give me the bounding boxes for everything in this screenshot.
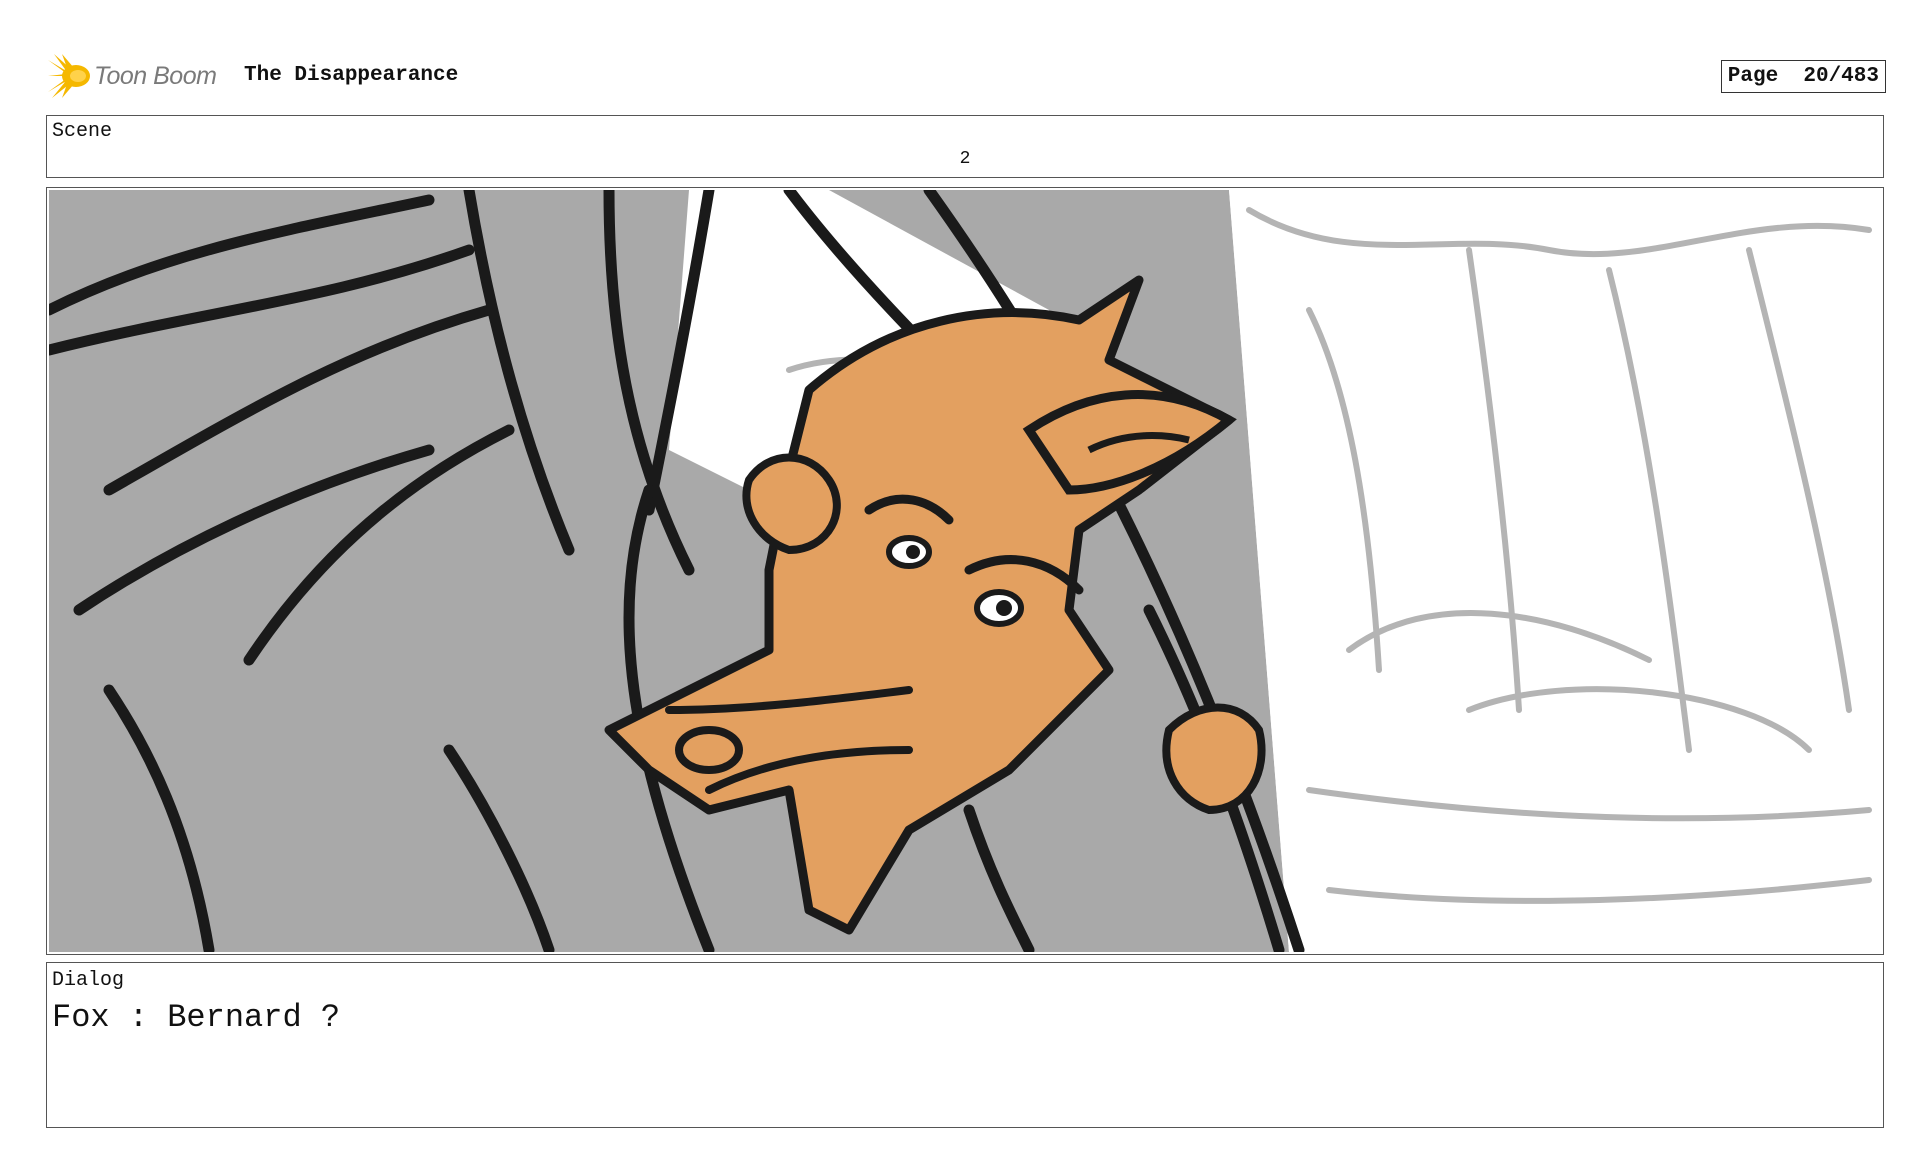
document-title: The Disappearance [244,64,459,87]
storyboard-panel [46,187,1884,955]
scene-label: Scene [52,120,113,143]
starburst-icon [48,54,90,98]
scene-number: 2 [959,149,971,169]
dialog-box: Dialog Fox : Bernard ? [46,962,1884,1128]
page-indicator: Page 20/483 [1720,60,1886,93]
dialog-label: Dialog [52,969,125,992]
logo: Toon Boom [48,54,217,98]
header: Toon Boom The Disappearance Page 20/483 [48,52,1888,104]
dialog-text: Fox : Bernard ? [52,999,341,1036]
panel-drawing [49,190,1881,952]
scene-box: Scene 2 [46,115,1884,178]
logo-text: Toon Boom [94,61,217,90]
